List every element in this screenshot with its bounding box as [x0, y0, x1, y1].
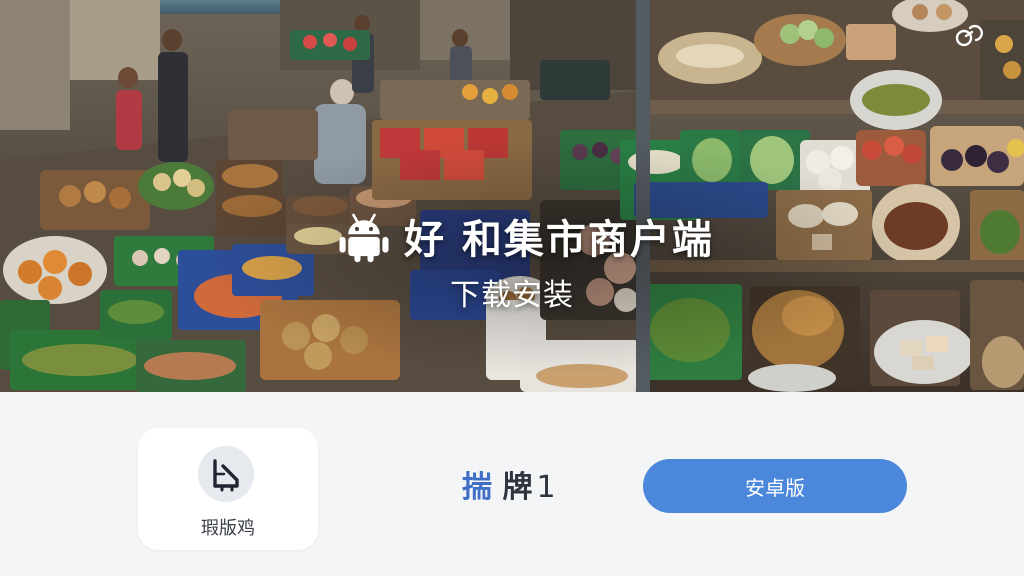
platform-count: 1 — [536, 470, 556, 505]
download-page: 好 和集市商户端 下载安装 瑕版鸡 揣 牌1 安卓版 — [0, 0, 1024, 576]
install-subtitle: 下载安装 — [450, 278, 574, 313]
hero-banner: 好 和集市商户端 下载安装 — [0, 0, 1024, 392]
download-panel: 瑕版鸡 揣 牌1 安卓版 — [0, 392, 1024, 576]
link-icon[interactable] — [952, 18, 986, 52]
platform-name: 牌 — [502, 470, 533, 505]
platform-prefix: 揣 — [462, 470, 492, 505]
android-download-button[interactable]: 安卓版 — [643, 459, 907, 513]
platform-info: 揣 牌1 — [462, 462, 556, 506]
app-card[interactable]: 瑕版鸡 — [138, 428, 318, 550]
banner-headline: 好 和集市商户端 — [336, 206, 714, 266]
app-title: 好 和集市商户端 — [404, 216, 714, 263]
market-scene-illustration — [0, 0, 1024, 392]
android-icon — [339, 213, 389, 263]
app-card-label: 瑕版鸡 — [201, 518, 255, 539]
piano-icon — [198, 446, 254, 502]
